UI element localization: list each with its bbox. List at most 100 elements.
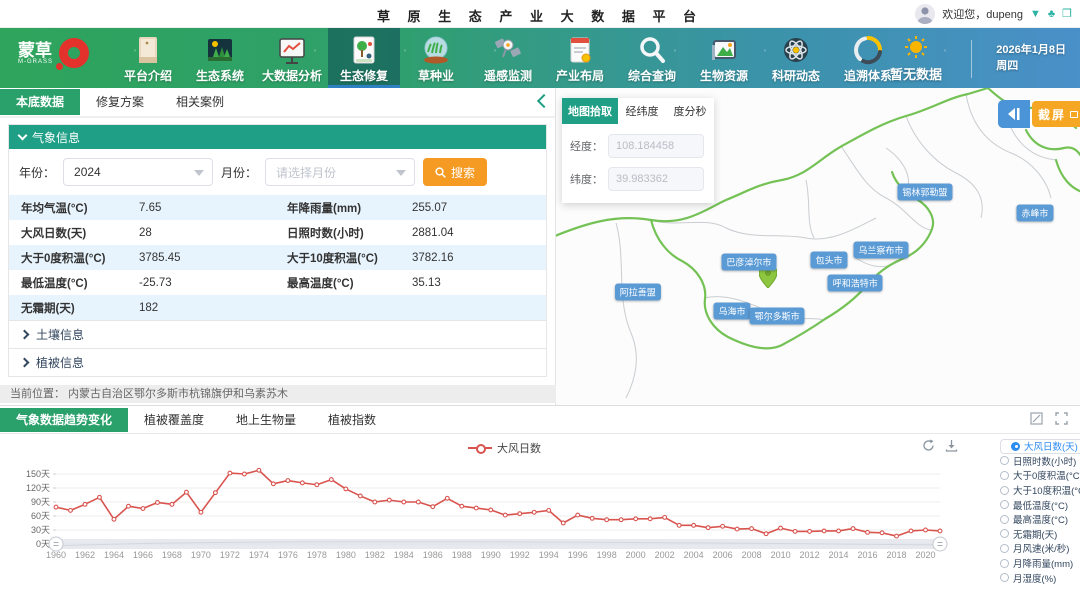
nav-item-生物资源[interactable]: 生物资源 bbox=[688, 28, 760, 88]
chevron-right-icon bbox=[20, 330, 30, 340]
svg-text:1988: 1988 bbox=[452, 550, 472, 560]
fullscreen-icon[interactable] bbox=[1055, 412, 1068, 425]
logo-cn: 蒙草 bbox=[18, 42, 53, 59]
nav-item-生态系统[interactable]: 生态系统 bbox=[184, 28, 256, 88]
search-icon bbox=[435, 167, 446, 178]
svg-text:1994: 1994 bbox=[539, 550, 559, 560]
svg-text:1996: 1996 bbox=[568, 550, 588, 560]
panel-collapse-button[interactable] bbox=[998, 100, 1030, 128]
nav-item-生态修复[interactable]: 生态修复 bbox=[328, 28, 400, 88]
radio-月降雨量(mm)[interactable]: 月降雨量(mm) bbox=[1000, 556, 1080, 571]
picker-tab-地图拾取[interactable]: 地图拾取 bbox=[562, 98, 618, 124]
nav-items: 平台介绍生态系统大数据分析生态修复草种业遥感监测产业布局综合查询生物资源科研动态… bbox=[112, 28, 904, 88]
tab-地上生物量[interactable]: 地上生物量 bbox=[220, 408, 312, 432]
map-label-乌兰察布市[interactable]: 乌兰察布市 bbox=[853, 241, 908, 258]
map-label-锡林郭勒盟[interactable]: 锡林郭勒盟 bbox=[897, 183, 952, 200]
map-label-乌海市[interactable]: 乌海市 bbox=[714, 302, 751, 319]
nav-item-大数据分析[interactable]: 大数据分析 bbox=[256, 28, 328, 88]
latitude-field[interactable] bbox=[608, 167, 704, 191]
radio-icon bbox=[1000, 471, 1009, 480]
map-label-鄂尔多斯市[interactable]: 鄂尔多斯市 bbox=[750, 307, 805, 324]
map-label-阿拉善盟[interactable]: 阿拉善盟 bbox=[615, 284, 661, 301]
chevron-down-icon bbox=[396, 170, 406, 176]
trend-toggle-icon[interactable] bbox=[1030, 412, 1043, 425]
collapse-panel-icon[interactable] bbox=[537, 94, 551, 108]
picker-tab-度分秒[interactable]: 度分秒 bbox=[666, 98, 714, 124]
radio-icon bbox=[1000, 559, 1009, 568]
user-avatar[interactable] bbox=[915, 4, 935, 24]
svg-text:2004: 2004 bbox=[684, 550, 704, 560]
radio-大风日数(天)[interactable]: 大风日数(天) bbox=[1000, 439, 1080, 454]
weather-section-header[interactable]: 气象信息 bbox=[9, 125, 546, 149]
dropdown-icon[interactable]: ▼ bbox=[1030, 9, 1041, 20]
screenshot-button[interactable]: 截屏 bbox=[1032, 101, 1080, 127]
svg-text:2012: 2012 bbox=[800, 550, 820, 560]
map-label-呼和浩特市[interactable]: 呼和浩特市 bbox=[828, 274, 883, 291]
weather-status: 暂无数据 bbox=[870, 64, 962, 83]
svg-text:2008: 2008 bbox=[742, 550, 762, 560]
tab-植被指数[interactable]: 植被指数 bbox=[312, 408, 392, 432]
treecard-icon bbox=[349, 33, 379, 67]
longitude-label: 经度： bbox=[570, 138, 608, 154]
svg-text:1998: 1998 bbox=[597, 550, 617, 560]
sun-icon bbox=[903, 36, 929, 58]
weather-widget: 暂无数据 bbox=[870, 36, 962, 83]
svg-text:2002: 2002 bbox=[655, 550, 675, 560]
map-label-包头市[interactable]: 包头市 bbox=[810, 252, 847, 269]
tab-本底数据[interactable]: 本底数据 bbox=[0, 89, 80, 115]
weather-data-row: 大于0度积温(°C)3785.45大于10度积温(°C)3782.16 bbox=[9, 245, 546, 270]
left-panel: 本底数据修复方案相关案例 气象信息 年份： 2024 月份： 请选择月份 搜索 … bbox=[0, 88, 556, 405]
theme-icon[interactable]: ♣ bbox=[1048, 9, 1055, 20]
current-location-bar: 当前位置： 内蒙古自治区鄂尔多斯市杭锦旗伊和乌素苏木 bbox=[0, 385, 556, 403]
nav-item-草种业[interactable]: 草种业 bbox=[400, 28, 472, 88]
svg-text:1966: 1966 bbox=[133, 550, 153, 560]
svg-text:30天: 30天 bbox=[31, 525, 50, 535]
section-植被信息[interactable]: 植被信息 bbox=[9, 348, 546, 376]
radio-日照时数(小时)[interactable]: 日照时数(小时) bbox=[1000, 454, 1080, 469]
tab-植被覆盖度[interactable]: 植被覆盖度 bbox=[128, 408, 220, 432]
radio-最高温度(°C)[interactable]: 最高温度(°C) bbox=[1000, 512, 1080, 527]
main-nav: 蒙草 M-GRASS 平台介绍生态系统大数据分析生态修复草种业遥感监测产业布局综… bbox=[0, 28, 1080, 88]
nav-item-遥感监测[interactable]: 遥感监测 bbox=[472, 28, 544, 88]
radio-大于10度积温(°C)[interactable]: 大于10度积温(°C) bbox=[1000, 483, 1080, 498]
longitude-field[interactable] bbox=[608, 134, 704, 158]
map-label-巴彦淖尔市[interactable]: 巴彦淖尔市 bbox=[721, 254, 776, 271]
year-select[interactable]: 2024 bbox=[63, 158, 213, 186]
tab-相关案例[interactable]: 相关案例 bbox=[160, 89, 240, 115]
nav-item-科研动态[interactable]: 科研动态 bbox=[760, 28, 832, 88]
logo-en: M-GRASS bbox=[18, 59, 53, 65]
section-土壤信息[interactable]: 土壤信息 bbox=[9, 320, 546, 348]
latitude-label: 纬度： bbox=[570, 171, 608, 187]
tab-气象数据趋势变化[interactable]: 气象数据趋势变化 bbox=[0, 408, 128, 432]
logo[interactable]: 蒙草 M-GRASS bbox=[18, 38, 89, 68]
divider bbox=[971, 40, 972, 78]
radio-无霜期(天)[interactable]: 无霜期(天) bbox=[1000, 527, 1080, 542]
search-button[interactable]: 搜索 bbox=[423, 158, 487, 186]
window-icon[interactable]: ❐ bbox=[1062, 9, 1072, 20]
svg-text:2006: 2006 bbox=[713, 550, 733, 560]
svg-text:2000: 2000 bbox=[626, 550, 646, 560]
radio-大于0度积温(°C)[interactable]: 大于0度积温(°C) bbox=[1000, 468, 1080, 483]
nav-item-产业布局[interactable]: 产业布局 bbox=[544, 28, 616, 88]
line-chart[interactable]: 0天30天60天90天120天150天196019621964196619681… bbox=[4, 452, 960, 582]
svg-text:90天: 90天 bbox=[31, 497, 50, 507]
download-icon[interactable] bbox=[945, 439, 958, 452]
tab-修复方案[interactable]: 修复方案 bbox=[80, 89, 160, 115]
svg-text:2020: 2020 bbox=[915, 550, 935, 560]
refresh-icon[interactable] bbox=[922, 439, 935, 452]
svg-text:2010: 2010 bbox=[771, 550, 791, 560]
month-select[interactable]: 请选择月份 bbox=[265, 158, 415, 186]
chart-icon bbox=[277, 33, 307, 67]
radio-月湿度(%)[interactable]: 月湿度(%) bbox=[1000, 570, 1080, 585]
map-label-赤峰市[interactable]: 赤峰市 bbox=[1016, 204, 1053, 221]
radio-icon bbox=[1000, 500, 1009, 509]
radio-最低温度(°C)[interactable]: 最低温度(°C) bbox=[1000, 497, 1080, 512]
nav-item-平台介绍[interactable]: 平台介绍 bbox=[112, 28, 184, 88]
picker-tab-经纬度[interactable]: 经纬度 bbox=[618, 98, 666, 124]
svg-text:1964: 1964 bbox=[104, 550, 124, 560]
magnifier-icon bbox=[637, 33, 667, 67]
nav-item-综合查询[interactable]: 综合查询 bbox=[616, 28, 688, 88]
radio-月风速(米/秒)[interactable]: 月风速(米/秒) bbox=[1000, 541, 1080, 556]
radio-icon bbox=[1000, 573, 1009, 582]
location-label: 当前位置： bbox=[10, 388, 65, 400]
